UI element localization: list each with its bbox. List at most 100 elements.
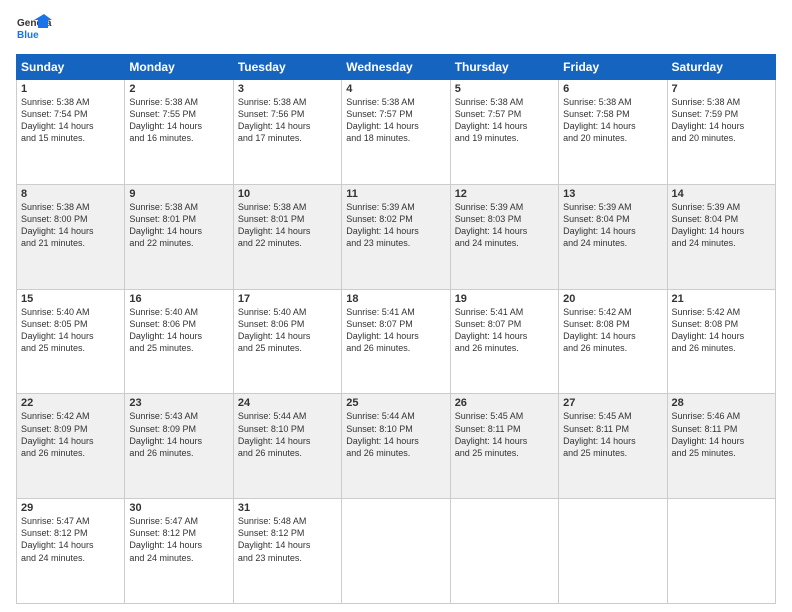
cell-content: Sunrise: 5:41 AMSunset: 8:07 PMDaylight:… [346, 307, 419, 353]
day-number: 10 [238, 188, 337, 200]
cell-content: Sunrise: 5:42 AMSunset: 8:08 PMDaylight:… [672, 307, 745, 353]
day-number: 11 [346, 188, 445, 200]
cell-content: Sunrise: 5:42 AMSunset: 8:08 PMDaylight:… [563, 307, 636, 353]
table-row: 28 Sunrise: 5:46 AMSunset: 8:11 PMDayligh… [667, 394, 775, 499]
col-sunday: Sunday [17, 55, 125, 80]
table-row: 8 Sunrise: 5:38 AMSunset: 8:00 PMDaylight… [17, 184, 125, 289]
cell-content: Sunrise: 5:45 AMSunset: 8:11 PMDaylight:… [455, 411, 528, 457]
day-number: 1 [21, 83, 120, 95]
day-number: 5 [455, 83, 554, 95]
calendar-week-row: 1Sunrise: 5:38 AMSunset: 7:54 PMDaylight… [17, 80, 776, 185]
table-row: 5 Sunrise: 5:38 AMSunset: 7:57 PMDaylight… [450, 80, 558, 185]
table-row [667, 499, 775, 604]
calendar-week-row: 15 Sunrise: 5:40 AMSunset: 8:05 PMDayligh… [17, 289, 776, 394]
day-number: 28 [672, 397, 771, 409]
day-number: 26 [455, 397, 554, 409]
col-tuesday: Tuesday [233, 55, 341, 80]
table-row [559, 499, 667, 604]
table-row: 6 Sunrise: 5:38 AMSunset: 7:58 PMDaylight… [559, 80, 667, 185]
col-friday: Friday [559, 55, 667, 80]
cell-content: Sunrise: 5:39 AMSunset: 8:04 PMDaylight:… [563, 202, 636, 248]
page: General Blue Sunday Monday Tuesday Wedne… [0, 0, 792, 612]
table-row: 15 Sunrise: 5:40 AMSunset: 8:05 PMDayligh… [17, 289, 125, 394]
table-row: 27 Sunrise: 5:45 AMSunset: 8:11 PMDayligh… [559, 394, 667, 499]
table-row: 23 Sunrise: 5:43 AMSunset: 8:09 PMDayligh… [125, 394, 233, 499]
table-row: 31 Sunrise: 5:48 AMSunset: 8:12 PMDayligh… [233, 499, 341, 604]
table-row: 29Sunrise: 5:47 AMSunset: 8:12 PMDayligh… [17, 499, 125, 604]
table-row: 10 Sunrise: 5:38 AMSunset: 8:01 PMDayligh… [233, 184, 341, 289]
calendar-table: Sunday Monday Tuesday Wednesday Thursday… [16, 54, 776, 604]
table-row: 13Sunrise: 5:39 AMSunset: 8:04 PMDayligh… [559, 184, 667, 289]
table-row: 1Sunrise: 5:38 AMSunset: 7:54 PMDaylight… [17, 80, 125, 185]
table-row: 16Sunrise: 5:40 AMSunset: 8:06 PMDayligh… [125, 289, 233, 394]
cell-content: Sunrise: 5:39 AMSunset: 8:04 PMDaylight:… [672, 202, 745, 248]
cell-content: Sunrise: 5:38 AMSunset: 7:55 PMDaylight:… [129, 97, 202, 143]
day-number: 25 [346, 397, 445, 409]
col-monday: Monday [125, 55, 233, 80]
table-row: 22 Sunrise: 5:42 AMSunset: 8:09 PMDayligh… [17, 394, 125, 499]
day-number: 22 [21, 397, 120, 409]
table-row: 24 Sunrise: 5:44 AMSunset: 8:10 PMDayligh… [233, 394, 341, 499]
col-thursday: Thursday [450, 55, 558, 80]
day-number: 8 [21, 188, 120, 200]
table-row: 14 Sunrise: 5:39 AMSunset: 8:04 PMDayligh… [667, 184, 775, 289]
table-row: 25 Sunrise: 5:44 AMSunset: 8:10 PMDayligh… [342, 394, 450, 499]
table-row: 21 Sunrise: 5:42 AMSunset: 8:08 PMDayligh… [667, 289, 775, 394]
cell-content: Sunrise: 5:41 AMSunset: 8:07 PMDaylight:… [455, 307, 528, 353]
day-number: 14 [672, 188, 771, 200]
cell-content: Sunrise: 5:46 AMSunset: 8:11 PMDaylight:… [672, 411, 745, 457]
col-wednesday: Wednesday [342, 55, 450, 80]
day-number: 7 [672, 83, 771, 95]
day-number: 2 [129, 83, 228, 95]
cell-content: Sunrise: 5:40 AMSunset: 8:06 PMDaylight:… [238, 307, 311, 353]
calendar-week-row: 22 Sunrise: 5:42 AMSunset: 8:09 PMDayligh… [17, 394, 776, 499]
table-row: 12Sunrise: 5:39 AMSunset: 8:03 PMDayligh… [450, 184, 558, 289]
cell-content: Sunrise: 5:44 AMSunset: 8:10 PMDaylight:… [238, 411, 311, 457]
day-number: 6 [563, 83, 662, 95]
table-row: 2 Sunrise: 5:38 AMSunset: 7:55 PMDaylight… [125, 80, 233, 185]
table-row: 30Sunrise: 5:47 AMSunset: 8:12 PMDayligh… [125, 499, 233, 604]
day-number: 15 [21, 293, 120, 305]
table-row: 20Sunrise: 5:42 AMSunset: 8:08 PMDayligh… [559, 289, 667, 394]
table-row [342, 499, 450, 604]
cell-content: Sunrise: 5:38 AMSunset: 7:57 PMDaylight:… [346, 97, 419, 143]
day-number: 16 [129, 293, 228, 305]
day-number: 24 [238, 397, 337, 409]
cell-content: Sunrise: 5:45 AMSunset: 8:11 PMDaylight:… [563, 411, 636, 457]
table-row: 3Sunrise: 5:38 AMSunset: 7:56 PMDaylight… [233, 80, 341, 185]
cell-content: Sunrise: 5:38 AMSunset: 8:01 PMDaylight:… [238, 202, 311, 248]
cell-content: Sunrise: 5:39 AMSunset: 8:02 PMDaylight:… [346, 202, 419, 248]
table-row: 26 Sunrise: 5:45 AMSunset: 8:11 PMDayligh… [450, 394, 558, 499]
header: General Blue [16, 12, 776, 48]
cell-content: Sunrise: 5:48 AMSunset: 8:12 PMDaylight:… [238, 516, 311, 562]
table-row: 19 Sunrise: 5:41 AMSunset: 8:07 PMDayligh… [450, 289, 558, 394]
cell-content: Sunrise: 5:43 AMSunset: 8:09 PMDaylight:… [129, 411, 202, 457]
day-number: 17 [238, 293, 337, 305]
col-saturday: Saturday [667, 55, 775, 80]
table-row [450, 499, 558, 604]
day-number: 27 [563, 397, 662, 409]
calendar-week-row: 8 Sunrise: 5:38 AMSunset: 8:00 PMDaylight… [17, 184, 776, 289]
day-number: 23 [129, 397, 228, 409]
svg-text:Blue: Blue [17, 30, 39, 41]
day-number: 30 [129, 502, 228, 514]
table-row: 18 Sunrise: 5:41 AMSunset: 8:07 PMDayligh… [342, 289, 450, 394]
cell-content: Sunrise: 5:44 AMSunset: 8:10 PMDaylight:… [346, 411, 419, 457]
day-number: 9 [129, 188, 228, 200]
day-number: 19 [455, 293, 554, 305]
cell-content: Sunrise: 5:38 AMSunset: 8:00 PMDaylight:… [21, 202, 94, 248]
cell-content: Sunrise: 5:38 AMSunset: 7:59 PMDaylight:… [672, 97, 745, 143]
table-row: 17 Sunrise: 5:40 AMSunset: 8:06 PMDayligh… [233, 289, 341, 394]
table-row: 7 Sunrise: 5:38 AMSunset: 7:59 PMDaylight… [667, 80, 775, 185]
cell-content: Sunrise: 5:47 AMSunset: 8:12 PMDaylight:… [21, 516, 94, 562]
cell-content: Sunrise: 5:38 AMSunset: 7:58 PMDaylight:… [563, 97, 636, 143]
cell-content: Sunrise: 5:39 AMSunset: 8:03 PMDaylight:… [455, 202, 528, 248]
table-row: 9Sunrise: 5:38 AMSunset: 8:01 PMDaylight… [125, 184, 233, 289]
cell-content: Sunrise: 5:38 AMSunset: 7:57 PMDaylight:… [455, 97, 528, 143]
cell-content: Sunrise: 5:42 AMSunset: 8:09 PMDaylight:… [21, 411, 94, 457]
logo-svg: General Blue [16, 12, 52, 48]
day-number: 21 [672, 293, 771, 305]
day-number: 18 [346, 293, 445, 305]
cell-content: Sunrise: 5:40 AMSunset: 8:05 PMDaylight:… [21, 307, 94, 353]
day-number: 31 [238, 502, 337, 514]
